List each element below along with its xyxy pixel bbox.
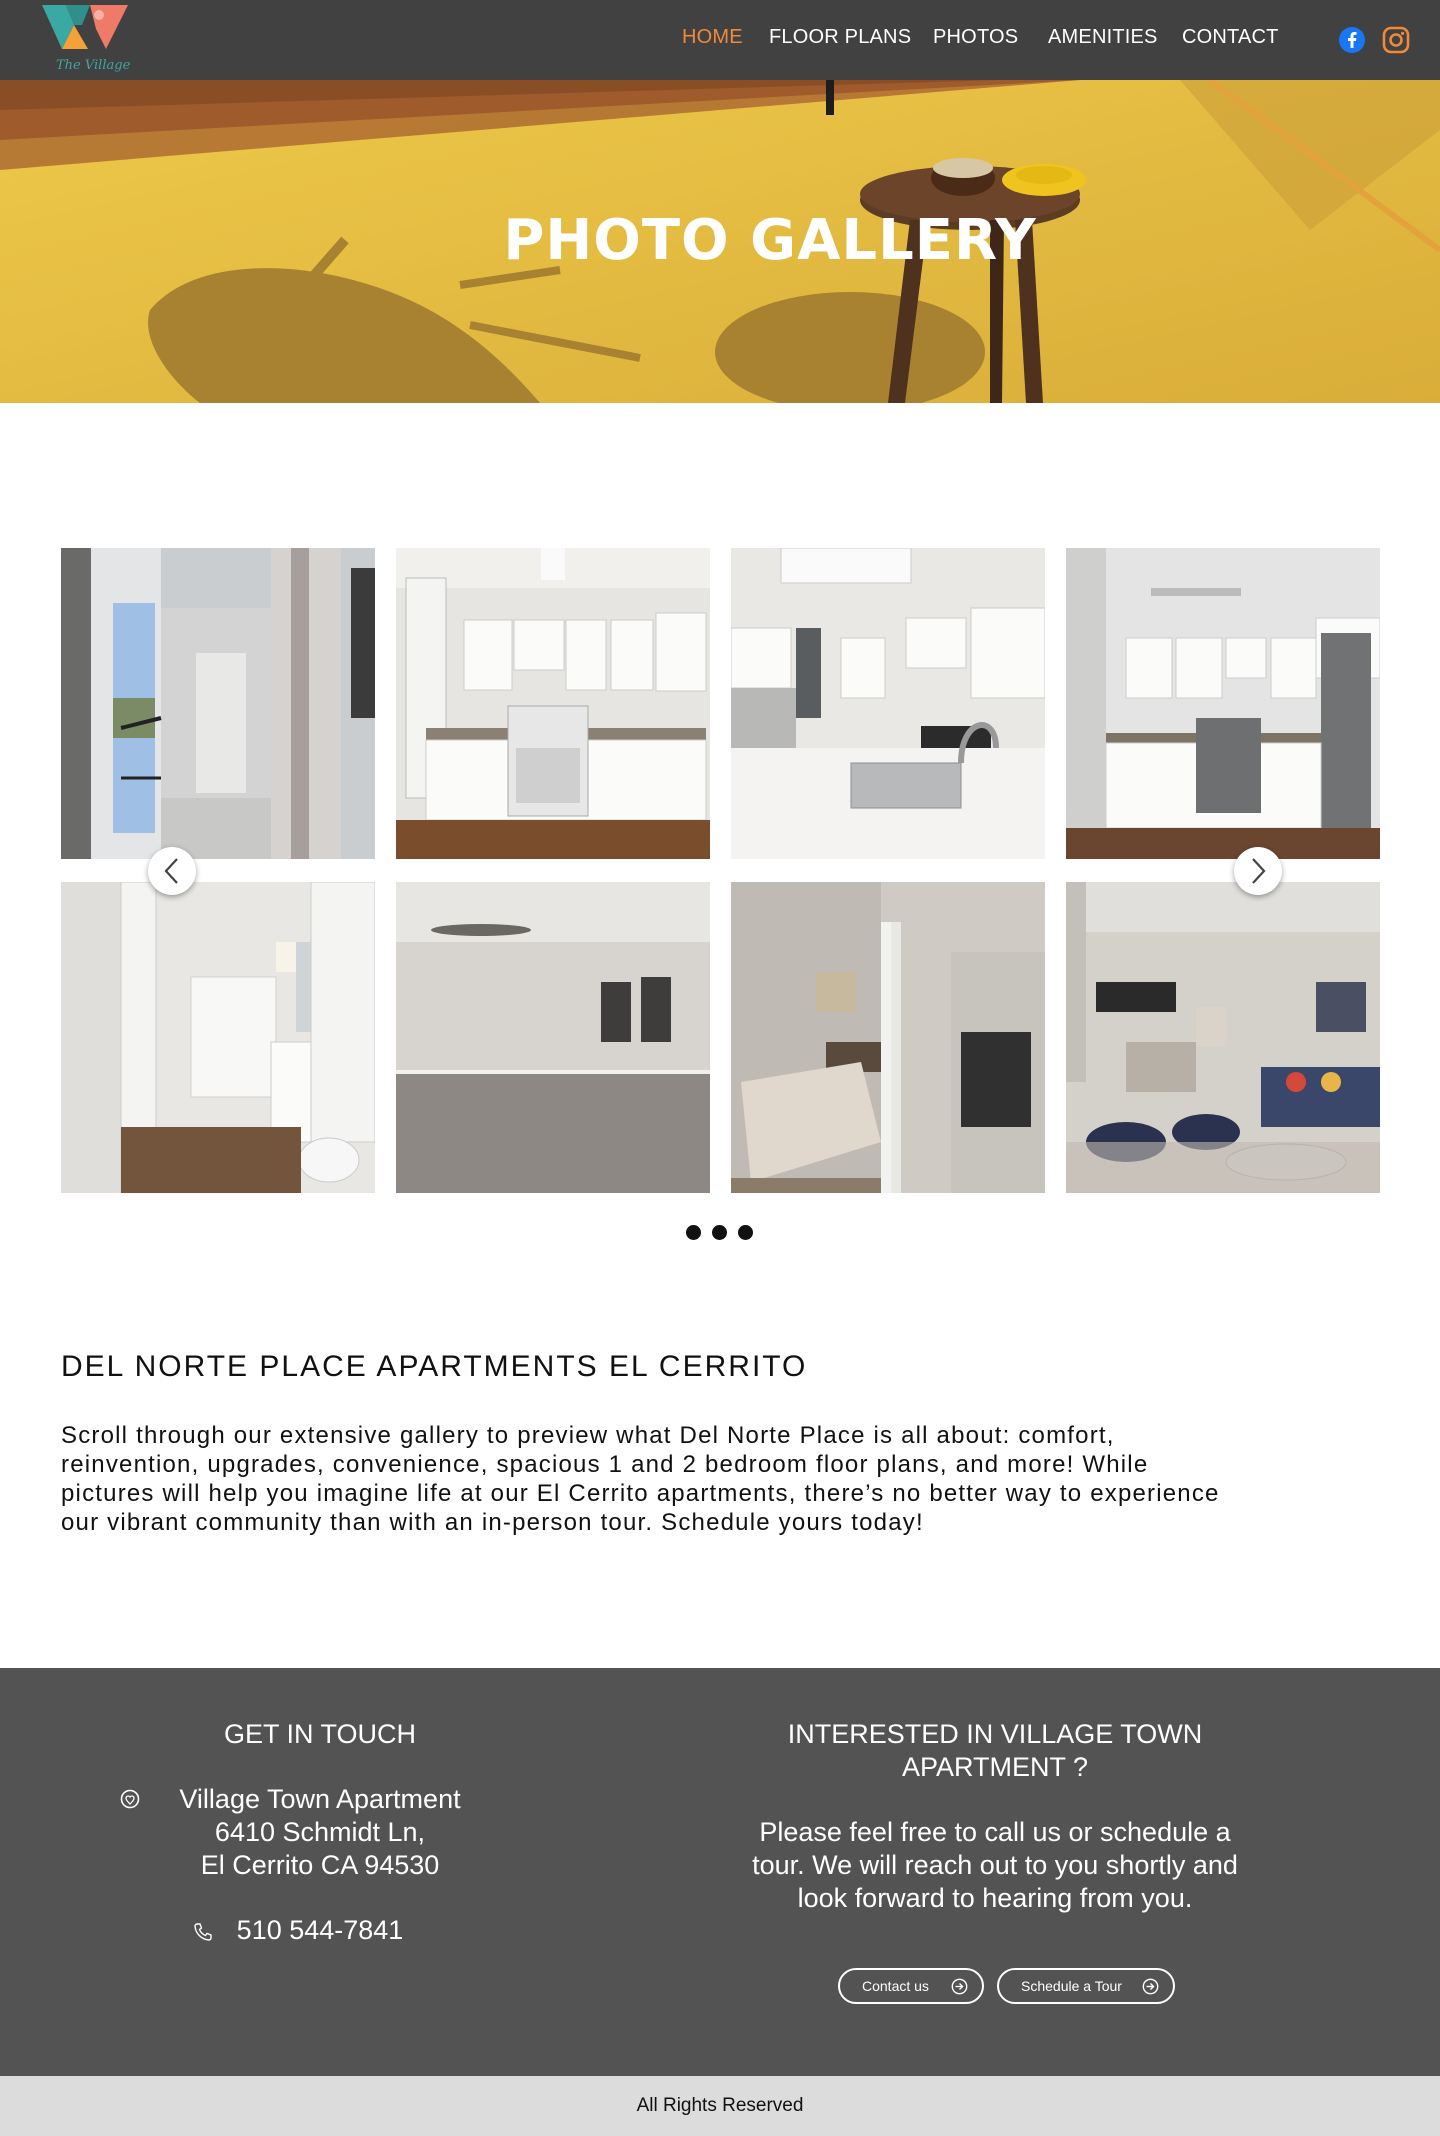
facebook-icon[interactable]	[1338, 26, 1366, 54]
schedule-tour-label: Schedule a Tour	[1021, 1978, 1122, 1994]
nav-contact[interactable]: CONTACT	[1182, 26, 1279, 49]
gallery-photo-bedroom-empty[interactable]	[396, 882, 710, 1193]
gallery-photo-kitchen-3[interactable]	[1066, 548, 1380, 859]
arrow-circle-icon	[951, 1978, 968, 1995]
contact-us-label: Contact us	[862, 1978, 929, 1994]
gallery-photo-balcony[interactable]	[61, 548, 375, 859]
gallery-photo-bedroom-staged[interactable]	[731, 882, 1045, 1193]
about-heading: DEL NORTE PLACE APARTMENTS EL CERRITO	[61, 1350, 808, 1383]
gallery-photo-living-room[interactable]	[1066, 882, 1380, 1193]
location-pin-icon	[120, 1789, 140, 1809]
address-street: 6410 Schmidt Ln,	[214, 1817, 426, 1847]
interested-section: INTERESTED IN VILLAGE TOWN APARTMENT ? P…	[720, 1718, 1270, 1915]
gallery-dot-2[interactable]	[712, 1225, 727, 1240]
logo-text: The Village	[56, 58, 131, 73]
gallery-photo-kitchen-2[interactable]	[731, 548, 1045, 859]
phone-icon	[194, 1923, 212, 1941]
nav-floor-plans[interactable]: FLOOR PLANS	[769, 26, 911, 49]
arrow-circle-icon	[1142, 1978, 1159, 1995]
interested-heading-line-1: INTERESTED IN VILLAGE TOWN	[787, 1719, 1203, 1749]
about-line-1: Scroll through our extensive gallery to …	[61, 1422, 1115, 1449]
interested-body-line-3: look forward to hearing from you.	[797, 1883, 1193, 1913]
site-footer: GET IN TOUCH Village Town Apartment 6410…	[0, 1668, 1440, 2076]
schedule-tour-button[interactable]: Schedule a Tour	[997, 1968, 1175, 2004]
nav-home[interactable]: HOME	[682, 26, 743, 49]
get-in-touch-section: GET IN TOUCH Village Town Apartment 6410…	[80, 1718, 560, 1947]
chevron-right-icon	[1252, 858, 1266, 884]
contact-us-button[interactable]: Contact us	[838, 1968, 984, 2004]
site-header: The Village HOME FLOOR PLANS PHOTOS AMEN…	[0, 0, 1440, 80]
about-line-3: pictures will help you imagine life at o…	[61, 1480, 1220, 1507]
photo-gallery	[61, 548, 1381, 1194]
gallery-dot-1[interactable]	[686, 1225, 701, 1240]
interested-body-line-2: tour. We will reach out to you shortly a…	[752, 1850, 1238, 1880]
nav-photos[interactable]: PHOTOS	[933, 26, 1018, 49]
gallery-next-button[interactable]	[1234, 847, 1282, 895]
interested-body: Please feel free to call us or schedule …	[720, 1816, 1270, 1915]
copyright-bar: All Rights Reserved	[0, 2076, 1440, 2136]
copyright-text: All Rights Reserved	[636, 2095, 804, 2116]
phone-number[interactable]: 510 544-7841	[237, 1915, 404, 1945]
about-description: Scroll through our extensive gallery to …	[61, 1421, 1391, 1537]
about-line-4: our vibrant community than with an in-pe…	[61, 1509, 924, 1536]
instagram-icon[interactable]	[1382, 26, 1410, 54]
phone-block[interactable]: 510 544-7841	[80, 1914, 560, 1947]
gallery-photo-bathroom[interactable]	[61, 882, 375, 1193]
chevron-left-icon	[164, 858, 178, 884]
gallery-prev-button[interactable]	[148, 847, 196, 895]
gallery-dot-3[interactable]	[738, 1225, 753, 1240]
page-title: PHOTO GALLERY	[503, 208, 1037, 273]
interested-heading-line-2: APARTMENT ?	[901, 1752, 1089, 1782]
main-nav: HOME FLOOR PLANS PHOTOS AMENITIES CONTAC…	[0, 26, 1440, 56]
gallery-photo-kitchen-1[interactable]	[396, 548, 710, 859]
interested-body-line-1: Please feel free to call us or schedule …	[759, 1817, 1231, 1847]
get-in-touch-heading: GET IN TOUCH	[223, 1719, 417, 1749]
gallery-pagination	[684, 1225, 764, 1245]
address-block: Village Town Apartment 6410 Schmidt Ln, …	[80, 1783, 560, 1882]
address-name: Village Town Apartment	[179, 1784, 461, 1814]
hero-banner: PHOTO GALLERY	[0, 80, 1440, 403]
address-city: El Cerrito CA 94530	[200, 1850, 440, 1880]
about-line-2: reinvention, upgrades, convenience, spac…	[61, 1451, 1149, 1478]
nav-amenities[interactable]: AMENITIES	[1048, 26, 1158, 49]
